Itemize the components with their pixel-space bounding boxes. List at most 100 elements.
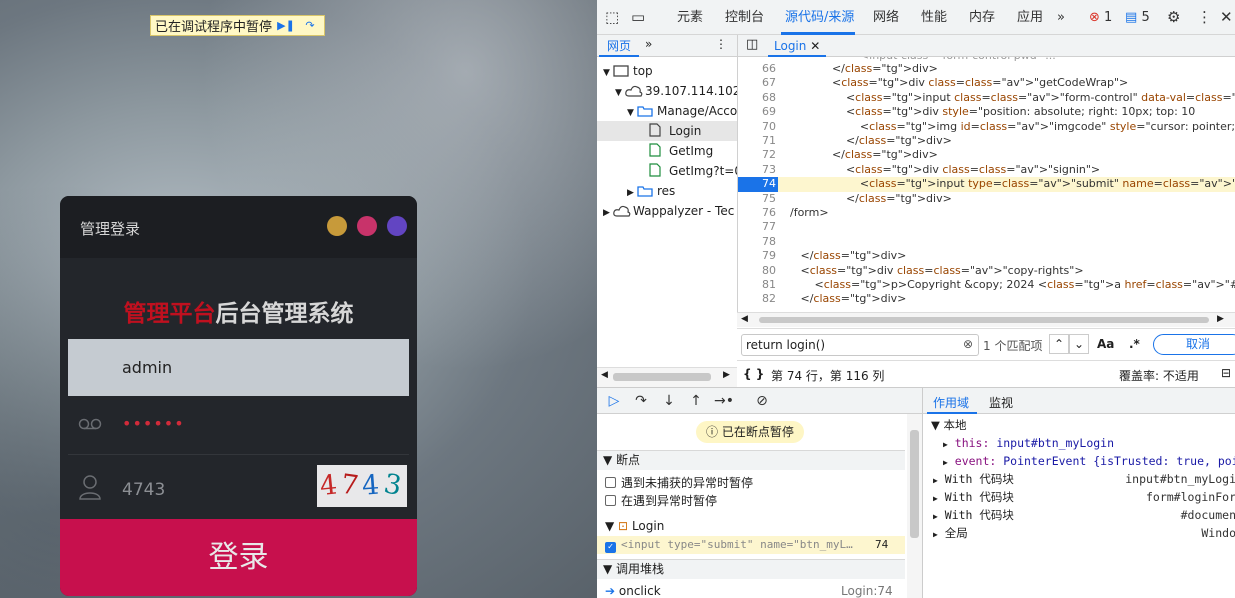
line-number[interactable]: 73	[738, 163, 776, 177]
tab-memory[interactable]: 内存	[969, 0, 995, 35]
line-number[interactable]: 75	[738, 192, 776, 206]
tab-watch[interactable]: 监视	[989, 394, 1013, 411]
deactivate-breakpoints-icon[interactable]: ⊘	[749, 388, 775, 414]
breakpoints-section[interactable]: ▼ 断点	[597, 450, 905, 470]
line-number[interactable]: 77	[738, 220, 776, 234]
step-over-icon[interactable]: ↷	[300, 17, 320, 34]
scope-row[interactable]: ▶ With 代码块 #documen	[923, 506, 1235, 524]
captcha-input[interactable]: 4743	[122, 480, 165, 500]
line-number[interactable]: 66	[738, 62, 776, 76]
more-tabs-icon[interactable]: »	[1057, 0, 1065, 35]
code-line[interactable]: 70 <class="tg">img id=class="av">"imgcod…	[738, 120, 1235, 134]
code-line[interactable]: 68 <class="tg">input class=class="av">"f…	[738, 91, 1235, 105]
tree-item[interactable]: ▶ res	[597, 181, 737, 201]
drawer-toggle-icon[interactable]: ⊟	[1221, 366, 1231, 380]
code-line[interactable]: 67 <class="tg">div class=class="av">"get…	[738, 76, 1235, 90]
tab-elements[interactable]: 元素	[677, 0, 703, 35]
expand-arrow-icon[interactable]: ▼	[603, 63, 613, 81]
code-editor[interactable]: <input class="form-control pwd" ...66 </…	[737, 57, 1235, 312]
match-case-button[interactable]: Aa	[1097, 337, 1114, 351]
scroll-left-icon[interactable]: ◀	[601, 370, 608, 380]
sidebar-more-icon[interactable]: »	[645, 37, 652, 51]
resume-icon[interactable]: ▷	[601, 388, 627, 414]
device-toolbar-icon[interactable]: ▭	[631, 0, 645, 35]
tab-page[interactable]: 网页	[607, 37, 631, 54]
tree-item[interactable]: GetImg?t=0	[597, 161, 737, 181]
checked-checkbox[interactable]: ✓	[605, 542, 616, 553]
tree-item[interactable]: ▼ 39.107.114.102:8	[597, 81, 737, 101]
tab-sources[interactable]: 源代码/来源	[785, 0, 854, 35]
breakpoint-file[interactable]: ▼ ⊡ Login	[597, 517, 905, 535]
pretty-print-icon[interactable]: { }	[743, 367, 764, 381]
kebab-menu-icon[interactable]: ⋮	[1197, 0, 1212, 35]
search-input[interactable]: return login()	[741, 334, 979, 356]
line-number[interactable]: 72	[738, 148, 776, 162]
call-frame[interactable]: ➔ onclick Login:74	[597, 582, 905, 598]
tab-application[interactable]: 应用	[1017, 0, 1043, 35]
expand-arrow-icon[interactable]: ▶	[933, 476, 938, 485]
code-line[interactable]: 66 </class="tg">div>	[738, 62, 1235, 76]
inspect-element-icon[interactable]: ⬚	[605, 0, 619, 35]
code-line[interactable]: 78	[738, 235, 1235, 249]
tab-network[interactable]: 网络	[873, 0, 899, 35]
tree-item[interactable]: Login	[597, 121, 737, 141]
toggle-navigator-icon[interactable]: ◫	[746, 37, 758, 52]
expand-arrow-icon[interactable]: ▼	[615, 83, 625, 101]
tree-item[interactable]: ▼ Manage/Acco	[597, 101, 737, 121]
line-number[interactable]: 67	[738, 76, 776, 90]
navigator-scrollbar[interactable]: ◀ ▶	[597, 367, 737, 387]
step-out-icon[interactable]: ↑	[683, 388, 709, 414]
code-line[interactable]: 81 <class="tg">p>Copyright &copy; 2024 <…	[738, 278, 1235, 292]
username-field[interactable]	[68, 339, 409, 396]
expand-arrow-icon[interactable]: ▶	[933, 512, 938, 521]
line-number[interactable]: 69	[738, 105, 776, 119]
next-match-icon[interactable]: ⌄	[1069, 334, 1089, 354]
expand-arrow-icon[interactable]: ▼	[627, 103, 637, 121]
tree-item[interactable]: ▶ Wappalyzer - Tec	[597, 201, 737, 221]
close-devtools-icon[interactable]: ✕	[1220, 0, 1233, 35]
checkbox[interactable]	[605, 495, 616, 506]
expand-arrow-icon[interactable]: ▶	[603, 203, 613, 221]
line-number[interactable]: 81	[738, 278, 776, 292]
line-number[interactable]: 68	[738, 91, 776, 105]
close-tab-icon[interactable]: ✕	[810, 39, 820, 53]
scroll-thumb[interactable]	[613, 373, 711, 381]
expand-arrow-icon[interactable]: ▶	[943, 458, 948, 467]
tab-performance[interactable]: 性能	[921, 0, 947, 35]
scope-row[interactable]: ▶ event: PointerEvent {isTrusted: true, …	[923, 452, 1235, 470]
code-line[interactable]: 71 </class="tg">div>	[738, 134, 1235, 148]
regex-button[interactable]: .*	[1129, 337, 1140, 351]
scope-row[interactable]: ▶ this: input#btn_myLogin	[923, 434, 1235, 452]
call-stack-section[interactable]: ▼ 调用堆栈	[597, 559, 905, 579]
editor-horizontal-scrollbar[interactable]: ◀ ▶	[737, 312, 1235, 327]
sidebar-menu-icon[interactable]: ⋮	[715, 37, 727, 51]
code-line[interactable]: 76/form>	[738, 206, 1235, 220]
pause-uncaught-option[interactable]: 遇到未捕获的异常时暂停	[597, 474, 905, 492]
line-number[interactable]: 71	[738, 134, 776, 148]
line-number[interactable]: 74	[738, 177, 778, 192]
scope-row[interactable]: ▶ With 代码块 form#loginFor	[923, 488, 1235, 506]
step-into-icon[interactable]: ↓	[656, 388, 682, 414]
line-number[interactable]: 70	[738, 120, 776, 134]
debugger-vertical-scrollbar[interactable]	[907, 414, 922, 598]
scope-local[interactable]: ▼ 本地	[923, 416, 1235, 434]
expand-arrow-icon[interactable]: ▶	[943, 440, 948, 449]
line-number[interactable]: 80	[738, 264, 776, 278]
password-field[interactable]: ••••••	[122, 414, 185, 433]
resume-icon[interactable]: ▶❚	[276, 17, 296, 34]
scroll-thumb[interactable]	[910, 430, 919, 538]
scroll-right-icon[interactable]: ▶	[1217, 314, 1224, 324]
message-count[interactable]: ▤ 5	[1125, 0, 1150, 35]
line-number[interactable]: 79	[738, 249, 776, 263]
code-line[interactable]: 73 <class="tg">div class=class="av">"sig…	[738, 163, 1235, 177]
line-number[interactable]: 82	[738, 292, 776, 306]
prev-match-icon[interactable]: ⌃	[1049, 334, 1069, 354]
captcha-image[interactable]: 4743	[317, 465, 407, 507]
code-line[interactable]: 75 </class="tg">div>	[738, 192, 1235, 206]
step-over-icon[interactable]: ↷	[628, 388, 654, 414]
scroll-left-icon[interactable]: ◀	[741, 314, 748, 324]
scroll-thumb[interactable]	[759, 317, 1209, 323]
expand-arrow-icon[interactable]: ▶	[933, 494, 938, 503]
checkbox[interactable]	[605, 477, 616, 488]
scope-row[interactable]: ▶ 全局 Windo	[923, 524, 1235, 542]
